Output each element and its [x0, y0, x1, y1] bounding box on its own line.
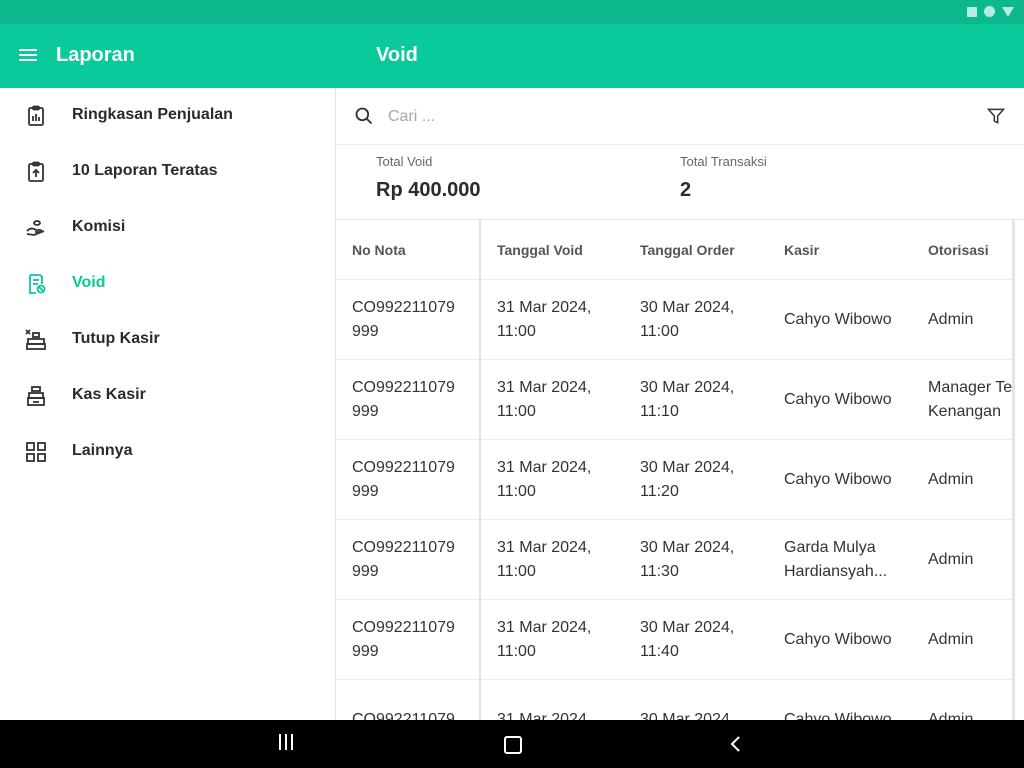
cell-no-nota: CO992211079 999	[336, 279, 481, 360]
sidebar-item-label: Lainnya	[72, 442, 133, 459]
total-transaksi-label: Total Transaksi	[680, 154, 767, 169]
hand-coin-icon	[26, 220, 45, 236]
cell-tanggal-order: 30 Mar 2024,	[624, 679, 768, 720]
cell-tanggal-void: 31 Mar 2024, 11:00	[480, 599, 624, 680]
cell-otorisasi: Manager Te Kenangan	[912, 359, 1012, 440]
cell-tanggal-void: 31 Mar 2024, 11:00	[480, 359, 624, 440]
cell-tanggal-order: 30 Mar 2024, 11:30	[624, 519, 768, 600]
status-circle-icon	[984, 6, 995, 17]
status-triangle-icon	[1002, 6, 1014, 17]
receipt-void-icon	[29, 274, 46, 294]
back-icon[interactable]	[728, 734, 744, 754]
grid-icon	[26, 442, 46, 462]
search-bar	[336, 88, 1024, 145]
void-table: No Nota Tanggal Void Tanggal Order Kasir…	[336, 220, 1012, 720]
header-no-nota[interactable]: No Nota	[336, 220, 481, 280]
cell-no-nota: CO992211079 999	[336, 439, 481, 520]
cell-tanggal-void: 31 Mar 2024, 11:00	[480, 519, 624, 600]
sidebar-item-label: Ringkasan Penjualan	[72, 106, 233, 123]
page-title: Void	[376, 44, 418, 66]
cell-kasir: Garda Mulya Hardiansyah...	[768, 519, 912, 600]
total-transaksi-block: Total Transaksi 2	[680, 154, 767, 202]
search-input[interactable]	[386, 102, 950, 132]
total-void-label: Total Void	[376, 154, 433, 169]
recent-apps-icon[interactable]	[279, 734, 297, 752]
sidebar-item-label: Void	[72, 274, 106, 291]
header-tanggal-order[interactable]: Tanggal Order	[624, 220, 768, 280]
sidebar-item-tutup-kasir[interactable]: Tutup Kasir	[0, 312, 335, 368]
sidebar-item-lainnya[interactable]: Lainnya	[0, 424, 335, 480]
sidebar-item-label: Kas Kasir	[72, 386, 146, 403]
cell-no-nota: CO992211079 999	[336, 359, 481, 440]
sidebar-item-label: Komisi	[72, 218, 126, 235]
table-row[interactable]: CO992211079 999 31 Mar 2024, 11:00 30 Ma…	[336, 359, 1012, 440]
status-icons	[967, 6, 1014, 17]
header-tanggal-void[interactable]: Tanggal Void	[480, 220, 624, 280]
app-bar: Laporan Void	[0, 24, 1024, 88]
system-navigation-bar	[0, 720, 1024, 768]
register-close-icon	[25, 329, 46, 350]
table-row[interactable]: CO992211079 999 31 Mar 2024, 11:00 30 Ma…	[336, 599, 1012, 680]
clipboard-upload-icon	[28, 161, 44, 182]
table-header-row: No Nota Tanggal Void Tanggal Order Kasir…	[336, 220, 1012, 280]
cell-kasir: Cahyo Wibowo	[768, 439, 912, 520]
cell-tanggal-order: 30 Mar 2024, 11:00	[624, 279, 768, 360]
total-void-value: Rp 400.000	[376, 179, 481, 201]
cell-otorisasi: Admin	[912, 439, 1012, 520]
status-square-icon	[967, 6, 977, 17]
cell-kasir: Cahyo Wibowo	[768, 359, 912, 440]
cell-kasir: Cahyo Wibowo	[768, 279, 912, 360]
cell-tanggal-void: 31 Mar 2024, 11:00	[480, 279, 624, 360]
cell-no-nota: CO992211079 999	[336, 599, 481, 680]
cell-otorisasi: Admin	[912, 519, 1012, 600]
cell-no-nota: CO992211079 999	[336, 519, 481, 600]
cell-tanggal-void: 31 Mar 2024,	[480, 679, 624, 720]
cell-tanggal-order: 30 Mar 2024, 11:10	[624, 359, 768, 440]
summary-panel: Total Void Rp 400.000 Total Transaksi 2	[336, 144, 1024, 220]
sidebar-item-label: 10 Laporan Teratas	[72, 162, 218, 179]
search-icon	[355, 107, 373, 125]
cell-otorisasi: Admin	[912, 599, 1012, 680]
sidebar-item-komisi[interactable]: Komisi	[0, 200, 335, 256]
filter-icon[interactable]	[986, 106, 1006, 126]
table-row[interactable]: CO992211079 999 31 Mar 2024, 11:00 30 Ma…	[336, 279, 1012, 360]
sidebar-item-kas-kasir[interactable]: Kas Kasir	[0, 368, 335, 424]
clipboard-chart-icon	[28, 105, 44, 126]
sidebar-item-label: Tutup Kasir	[72, 330, 160, 347]
sidebar-item-10-laporan-teratas[interactable]: 10 Laporan Teratas	[0, 144, 335, 200]
cell-no-nota: CO992211079	[336, 679, 481, 720]
header-otorisasi[interactable]: Otorisasi	[912, 220, 1012, 280]
main-content: Total Void Rp 400.000 Total Transaksi 2 …	[336, 88, 1024, 720]
hamburger-menu-icon[interactable]	[16, 44, 40, 68]
total-transaksi-value: 2	[680, 179, 692, 201]
app-title: Laporan	[56, 44, 135, 66]
status-bar	[0, 0, 1024, 24]
table-row[interactable]: CO992211079 999 31 Mar 2024, 11:00 30 Ma…	[336, 519, 1012, 600]
cell-kasir: Cahyo Wibowo	[768, 599, 912, 680]
cell-tanggal-order: 30 Mar 2024, 11:40	[624, 599, 768, 680]
cell-tanggal-void: 31 Mar 2024, 11:00	[480, 439, 624, 520]
total-void-block: Total Void Rp 400.000	[376, 154, 481, 202]
cell-tanggal-order: 30 Mar 2024, 11:20	[624, 439, 768, 520]
sidebar: Ringkasan Penjualan 10 Laporan Teratas K…	[0, 88, 336, 720]
cell-otorisasi: Admin	[912, 279, 1012, 360]
sidebar-item-ringkasan-penjualan[interactable]: Ringkasan Penjualan	[0, 88, 335, 144]
cell-otorisasi: Admin	[912, 679, 1012, 720]
cell-kasir: Cahyo Wibowo	[768, 679, 912, 720]
sidebar-item-void[interactable]: Void	[0, 256, 335, 312]
home-icon[interactable]	[504, 736, 522, 754]
void-table-container[interactable]: No Nota Tanggal Void Tanggal Order Kasir…	[336, 220, 1015, 720]
table-row[interactable]: CO992211079 999 31 Mar 2024, 11:00 30 Ma…	[336, 439, 1012, 520]
table-row[interactable]: CO992211079 31 Mar 2024, 30 Mar 2024, Ca…	[336, 679, 1012, 720]
header-kasir[interactable]: Kasir	[768, 220, 912, 280]
cash-register-icon	[27, 386, 45, 406]
